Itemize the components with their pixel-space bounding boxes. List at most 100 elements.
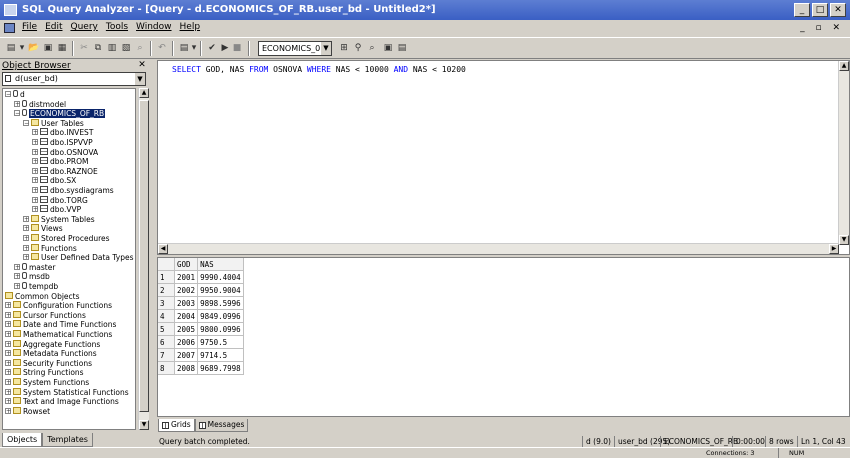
table-cell[interactable]: 2005: [174, 322, 199, 336]
row-number[interactable]: 1: [158, 270, 175, 284]
row-number[interactable]: 6: [158, 335, 175, 349]
display-plan-icon[interactable]: ⊞: [338, 41, 350, 56]
expand-icon[interactable]: +: [23, 215, 29, 222]
tree-item[interactable]: + Stored Procedures: [23, 234, 110, 243]
expand-icon[interactable]: +: [5, 321, 11, 328]
menu-window[interactable]: Window: [136, 22, 172, 32]
tree-item[interactable]: + Functions: [23, 243, 77, 253]
scroll-down-icon[interactable]: ▼: [839, 235, 849, 245]
expand-icon[interactable]: +: [5, 302, 11, 309]
scroll-left-icon[interactable]: ◀: [158, 244, 168, 254]
copy-icon[interactable]: ⧉: [92, 41, 104, 56]
tree-item[interactable]: − ECONOMICS_OF_RB: [14, 109, 106, 119]
table-cell[interactable]: 9714.5: [197, 348, 244, 362]
tab-objects[interactable]: Objects: [2, 433, 43, 447]
expand-icon[interactable]: +: [5, 340, 11, 347]
expand-icon[interactable]: +: [5, 331, 11, 338]
expand-icon[interactable]: +: [32, 129, 38, 136]
results-grid[interactable]: GOD NAS 1 2001 9990.4004 2 2002 9950.9004 3 2003 9…: [157, 257, 850, 417]
query-text[interactable]: SELECT GOD, NAS FROM OSNOVA WHERE NAS < …: [172, 65, 466, 74]
tree-item[interactable]: + Security Functions: [5, 358, 92, 368]
mdi-window-controls[interactable]: _ ▫ ✕: [800, 23, 844, 33]
table-cell[interactable]: 9750.5: [197, 335, 244, 349]
expand-icon[interactable]: +: [5, 350, 11, 357]
expand-icon[interactable]: +: [14, 273, 20, 280]
find-icon[interactable]: ⌕: [134, 41, 146, 56]
chevron-down-icon[interactable]: ▼: [321, 42, 331, 55]
table-cell[interactable]: 2006: [174, 335, 199, 349]
tree-item[interactable]: + dbo.TORG: [32, 195, 88, 205]
table-cell[interactable]: 9990.4004: [197, 270, 244, 284]
table-cell[interactable]: 9800.0996: [197, 322, 244, 336]
chevron-down-icon[interactable]: ▼: [135, 73, 145, 85]
tree-item[interactable]: + dbo.VVP: [32, 205, 81, 214]
tree-item[interactable]: + System Tables: [23, 214, 95, 224]
cancel-query-icon[interactable]: ■: [232, 41, 242, 56]
collapse-icon[interactable]: −: [14, 110, 20, 117]
menu-query[interactable]: Query: [71, 22, 98, 32]
table-row[interactable]: 3 2003 9898.5996: [158, 296, 244, 310]
expand-icon[interactable]: +: [32, 177, 38, 184]
table-cell[interactable]: 9950.9004: [197, 283, 244, 297]
table-cell[interactable]: 9689.7998: [197, 361, 244, 375]
open-icon[interactable]: 📂: [28, 41, 40, 56]
object-browser-toggle-icon[interactable]: ▣: [382, 41, 394, 56]
expand-icon[interactable]: +: [5, 398, 11, 405]
tree-item[interactable]: + dbo.ISPVVP: [32, 138, 93, 147]
table-cell[interactable]: 2004: [174, 309, 199, 323]
object-tree[interactable]: − d + distmodel − ECONOMICS_OF_RB − User Tables…: [2, 88, 136, 430]
tree-item[interactable]: − d: [5, 90, 25, 99]
expand-icon[interactable]: +: [23, 235, 29, 242]
cut-icon[interactable]: ✂: [78, 41, 90, 56]
expand-icon[interactable]: +: [23, 244, 29, 251]
expand-icon[interactable]: +: [32, 187, 38, 194]
close-button[interactable]: ✕: [830, 3, 846, 17]
menu-tools[interactable]: Tools: [106, 22, 128, 32]
table-row[interactable]: 4 2004 9849.0996: [158, 309, 244, 323]
table-cell[interactable]: 9898.5996: [197, 296, 244, 310]
expand-icon[interactable]: +: [5, 407, 11, 414]
tree-item[interactable]: + tempdb: [14, 282, 58, 291]
expand-icon[interactable]: +: [32, 158, 38, 165]
expand-icon[interactable]: +: [14, 283, 20, 290]
parse-query-icon[interactable]: ✔: [206, 41, 218, 56]
expand-icon[interactable]: +: [5, 369, 11, 376]
table-row[interactable]: 2 2002 9950.9004: [158, 283, 244, 297]
new-query-icon[interactable]: ▤: [6, 41, 16, 56]
object-search-icon[interactable]: ⌕: [366, 41, 378, 56]
tree-item[interactable]: + System Statistical Functions: [5, 387, 129, 397]
index-tuning-icon[interactable]: ⚲: [352, 41, 364, 56]
tree-item[interactable]: Common Objects: [5, 291, 80, 301]
execute-query-icon[interactable]: ▶: [220, 41, 230, 56]
expand-icon[interactable]: +: [5, 388, 11, 395]
tree-item[interactable]: + msdb: [14, 272, 50, 281]
show-results-pane-icon[interactable]: ▤: [396, 41, 408, 56]
query-editor[interactable]: SELECT GOD, NAS FROM OSNOVA WHERE NAS < …: [157, 60, 850, 255]
expand-icon[interactable]: +: [14, 100, 20, 107]
tree-item[interactable]: + Mathematical Functions: [5, 330, 112, 339]
expand-icon[interactable]: +: [32, 167, 38, 174]
row-number[interactable]: 5: [158, 322, 175, 336]
expand-icon[interactable]: +: [32, 196, 38, 203]
table-row[interactable]: 1 2001 9990.4004: [158, 270, 244, 284]
row-number[interactable]: 8: [158, 361, 175, 375]
clear-window-icon[interactable]: ▧: [120, 41, 132, 56]
results-mode-icon[interactable]: ▤: [178, 41, 190, 56]
table-cell[interactable]: 9849.0996: [197, 309, 244, 323]
column-header[interactable]: NAS: [197, 258, 244, 271]
collapse-icon[interactable]: −: [23, 119, 29, 126]
row-number[interactable]: 3: [158, 296, 175, 310]
table-row[interactable]: 8 2008 9689.7998: [158, 361, 244, 375]
table-row[interactable]: 6 2006 9750.5: [158, 335, 244, 349]
paste-icon[interactable]: ▥: [106, 41, 118, 56]
scroll-thumb[interactable]: [139, 100, 149, 412]
menu-file[interactable]: File: [22, 22, 37, 32]
tab-templates[interactable]: Templates: [42, 433, 93, 447]
table-row[interactable]: 5 2005 9800.0996: [158, 322, 244, 336]
database-select[interactable]: ECONOMICS_0 ▼: [258, 41, 332, 56]
row-number[interactable]: 2: [158, 283, 175, 297]
results-mode-dropdown-icon[interactable]: ▾: [190, 41, 198, 56]
menu-help[interactable]: Help: [180, 22, 201, 32]
tab-messages[interactable]: Messages: [194, 419, 249, 432]
object-tree-scrollbar[interactable]: ▲ ▼: [138, 88, 149, 430]
